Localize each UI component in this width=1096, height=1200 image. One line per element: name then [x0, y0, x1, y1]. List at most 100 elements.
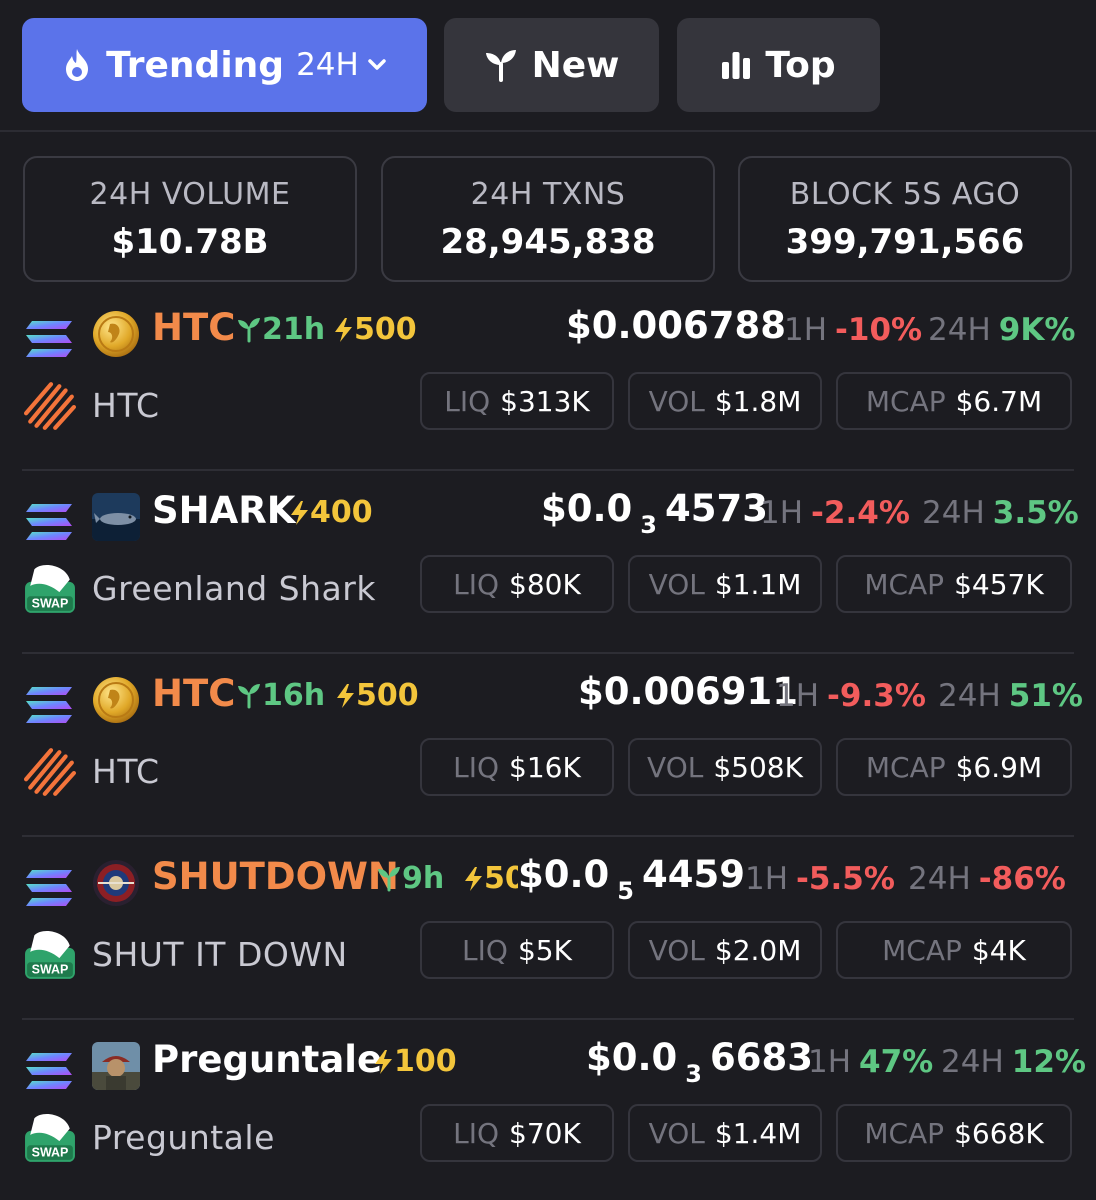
boost-badge[interactable]: 400 [288, 495, 373, 530]
mcap-value: $6.9M [955, 750, 1043, 784]
vol-label: VOL [648, 384, 705, 418]
token-row[interactable]: SHUTDOWN 9h 50 $0.0 5 4459 1H -5.5% 24H -86%… [0, 837, 1096, 1020]
liq-label: LIQ [444, 384, 491, 418]
sprout-icon [484, 48, 518, 82]
change-24h-label: 24H [941, 1044, 1004, 1080]
token-price: $0.006788 [566, 304, 786, 347]
token-name: HTC [92, 386, 160, 425]
change-1h-value: -9.3% [827, 678, 926, 714]
mcap-label: MCAP [882, 933, 962, 967]
bolt-icon [291, 500, 308, 525]
stat-value: 28,945,838 [440, 221, 656, 262]
mcap-label: MCAP [864, 567, 945, 601]
boost-value: 100 [394, 1044, 457, 1079]
token-price: $0.0 3 6683 [586, 1036, 813, 1088]
vol-value: $1.8M [714, 384, 802, 418]
mcap-pill: MCAP $457K [836, 555, 1072, 613]
tab-top[interactable]: Top [677, 18, 880, 112]
boost-value: 500 [356, 678, 419, 713]
liq-value: $16K [509, 750, 581, 784]
token-price: $0.0 5 4459 [518, 853, 745, 905]
change-24h: 24H 3.5% [922, 495, 1079, 531]
vol-label: VOL [648, 567, 705, 601]
boost-badge[interactable]: 500 [332, 312, 417, 347]
mcap-value: $6.7M [955, 384, 1043, 418]
token-price: $0.0 3 4573 [541, 487, 768, 539]
chevron-down-icon[interactable] [367, 58, 387, 72]
price-tail: 4573 [665, 487, 768, 530]
mcap-pill: MCAP $6.7M [836, 372, 1072, 430]
change-24h-label: 24H [908, 861, 971, 897]
change-1h-value: -10% [835, 312, 923, 348]
token-name: HTC [92, 752, 160, 791]
mcap-pill: MCAP $668K [836, 1104, 1072, 1162]
change-1h-label: 1H [760, 495, 804, 531]
price-value: $0.006911 [578, 670, 799, 713]
bolt-icon [375, 1049, 392, 1074]
mcap-value: $668K [954, 1116, 1044, 1150]
stat-label: 24H TXNS [470, 176, 626, 212]
liq-value: $80K [509, 567, 581, 601]
change-1h: 1H -10% [784, 312, 922, 348]
price-tail: 6683 [710, 1036, 813, 1079]
raydium-dex-icon [24, 746, 76, 798]
change-24h-label: 24H [928, 312, 991, 348]
token-avatar [92, 676, 140, 724]
mcap-value: $4K [971, 933, 1026, 967]
liquidity-pill: LIQ $70K [420, 1104, 614, 1162]
change-24h-label: 24H [938, 678, 1001, 714]
vol-value: $2.0M [714, 933, 802, 967]
boost-value: 500 [354, 312, 417, 347]
token-avatar [92, 1042, 140, 1090]
tab-trending[interactable]: Trending 24H [22, 18, 427, 112]
liquidity-pill: LIQ $5K [420, 921, 614, 979]
tab-new[interactable]: New [444, 18, 659, 112]
change-24h-value: 3.5% [992, 495, 1079, 531]
sprout-icon [376, 865, 402, 891]
volume-pill: VOL $2.0M [628, 921, 822, 979]
token-row[interactable]: Preguntale 100 $0.0 3 6683 1H 47% 24H 12% Pr… [0, 1020, 1096, 1200]
timeframe-value[interactable]: 24H [296, 47, 359, 83]
swap-dex-icon [25, 564, 75, 613]
solana-chain-icon [26, 504, 72, 540]
token-row[interactable]: HTC 16h 500 $0.006911 1H -9.3% 24H 51% HTC… [0, 654, 1096, 837]
bar-chart-icon [721, 50, 751, 80]
change-24h-value: 9K% [998, 312, 1076, 348]
change-24h-value: -86% [978, 861, 1066, 897]
mcap-label: MCAP [864, 1116, 945, 1150]
volume-pill: VOL $1.4M [628, 1104, 822, 1162]
token-row[interactable]: HTC 21h 500 $0.006788 1H -10% 24H 9K% HTC … [0, 288, 1096, 471]
solana-chain-icon [26, 321, 72, 357]
boost-badge[interactable]: 50 [462, 861, 526, 896]
token-avatar [92, 859, 140, 907]
mcap-pill: MCAP $6.9M [836, 738, 1072, 796]
boost-badge[interactable]: 500 [334, 678, 419, 713]
token-name: Preguntale [92, 1118, 275, 1157]
change-24h: 24H 9K% [928, 312, 1075, 348]
change-1h-value: 47% [859, 1044, 934, 1080]
solana-chain-icon [26, 1053, 72, 1089]
token-avatar [92, 310, 140, 358]
token-symbol: HTC [152, 672, 236, 715]
liq-value: $70K [509, 1116, 581, 1150]
liq-value: $5K [517, 933, 572, 967]
boost-badge[interactable]: 100 [372, 1044, 457, 1079]
price-value: $0.0 [518, 853, 610, 896]
bolt-icon [335, 317, 352, 342]
liquidity-pill: LIQ $313K [420, 372, 614, 430]
tab-new-label: New [531, 44, 620, 86]
change-1h-label: 1H [784, 312, 828, 348]
mcap-label: MCAP [865, 384, 946, 418]
boost-value: 400 [310, 495, 373, 530]
solana-chain-icon [26, 687, 72, 723]
liq-label: LIQ [462, 933, 508, 967]
token-symbol: SHUTDOWN [152, 855, 399, 898]
change-1h: 1H -2.4% [760, 495, 910, 531]
price-zero-count: 5 [617, 877, 634, 905]
token-row[interactable]: SHARK 400 $0.0 3 4573 1H -2.4% 24H 3.5% Gree… [0, 471, 1096, 654]
volume-pill: VOL $1.8M [628, 372, 822, 430]
price-value: $0.006788 [566, 304, 787, 347]
flame-icon [62, 48, 92, 82]
change-1h-value: -5.5% [796, 861, 895, 897]
liq-label: LIQ [453, 567, 500, 601]
